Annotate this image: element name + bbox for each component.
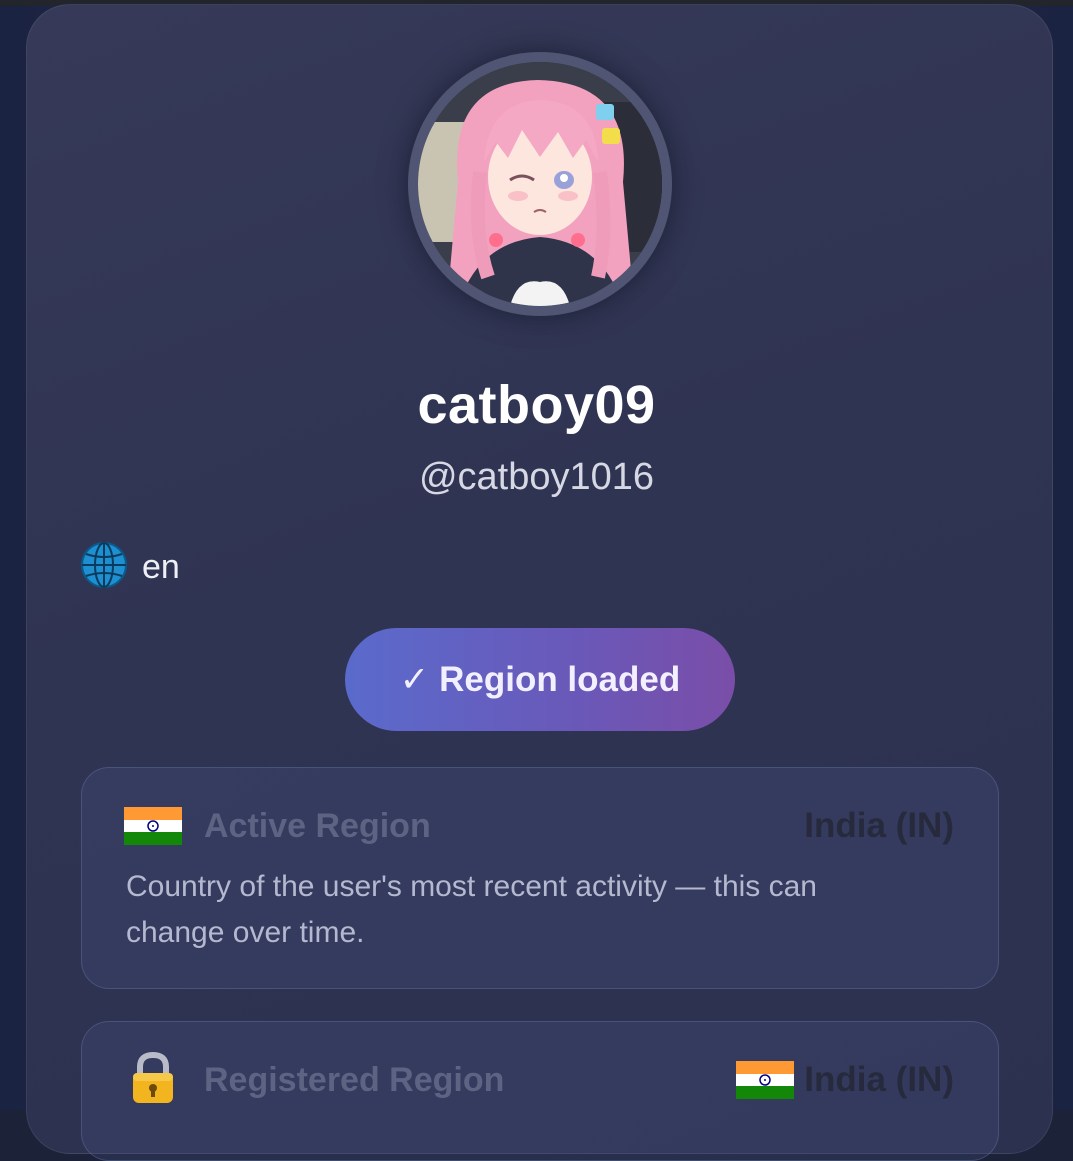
anime-avatar-image [418, 62, 662, 306]
username-handle: @catboy1016 [418, 456, 655, 498]
active-region-description: Country of the user's most recent activi… [126, 870, 817, 949]
active-region-header: Active Region India (IN) [124, 804, 954, 848]
lock-icon [124, 1051, 182, 1110]
check-mark-icon: ✓ [399, 659, 430, 699]
active-region-label: Active Region [204, 806, 431, 845]
active-region-value: India (IN) [804, 806, 954, 845]
avatar-ring [408, 52, 672, 316]
registered-region-value-group: India (IN) [736, 1060, 954, 1100]
registered-region-value: India (IN) [804, 1060, 954, 1099]
registered-region-card: Registered Region India (IN) [81, 1021, 999, 1161]
registered-region-label: Registered Region [204, 1060, 505, 1099]
region-loaded-button[interactable]: ✓ Region loaded [345, 628, 735, 731]
display-name: catboy09 [417, 375, 656, 435]
avatar[interactable] [418, 62, 662, 306]
registered-region-header: Registered Region India (IN) [124, 1051, 954, 1103]
status-label: Region loaded [439, 659, 681, 699]
india-flag-icon [736, 1061, 795, 1099]
globe-icon [80, 541, 128, 594]
language-indicator: en [80, 541, 180, 594]
active-region-card: Active Region India (IN) Country of the … [81, 767, 999, 989]
language-code: en [142, 547, 180, 586]
india-flag-icon [124, 807, 182, 845]
